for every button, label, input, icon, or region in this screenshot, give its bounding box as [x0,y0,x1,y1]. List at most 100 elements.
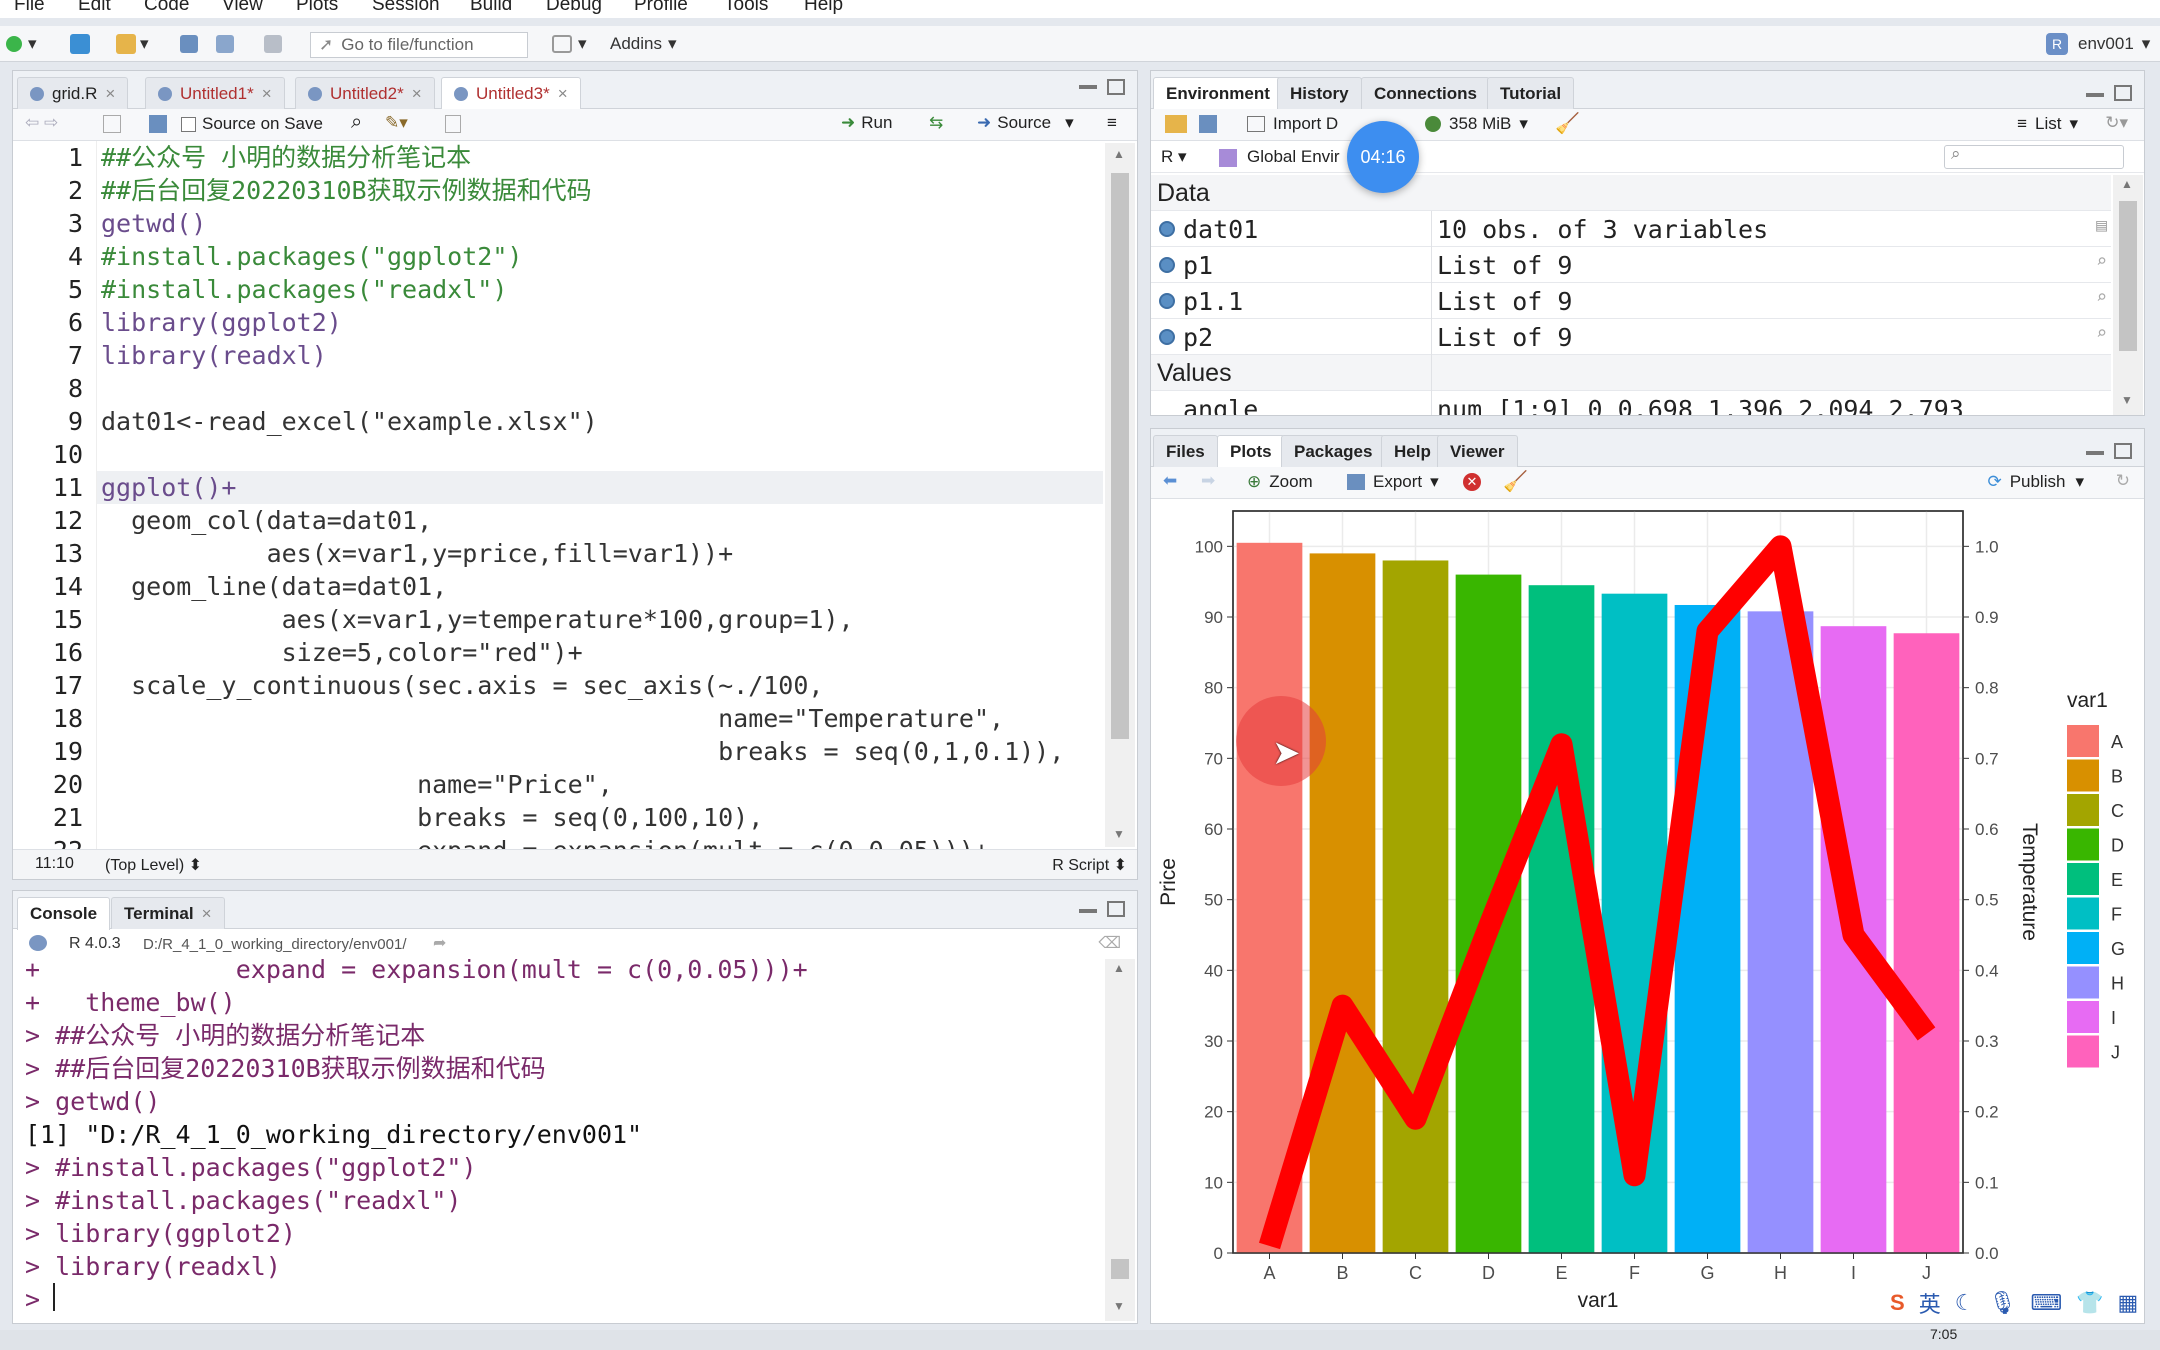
menu-tools[interactable]: Tools [724,0,768,16]
broom-icon[interactable]: 🧹 [1503,469,1528,494]
open-file-button[interactable]: ▾ [116,32,149,56]
search-icon[interactable]: ⌕ [2096,251,2107,272]
language-dropdown[interactable]: R ▾ [1161,147,1187,167]
search-icon[interactable]: ⌕ [2096,323,2107,344]
refresh-icon[interactable]: ↻ [2116,471,2130,491]
save-icon[interactable] [1199,115,1217,133]
console-output[interactable]: + expand = expansion(mult = c(0,0.05)))+… [13,957,1103,1323]
close-icon[interactable]: × [412,84,422,104]
scroll-down-icon[interactable]: ▼ [1113,827,1125,841]
go-to-directory-icon[interactable]: ➦ [433,933,446,953]
back-arrow-icon[interactable]: ⇦ ⇨ [25,113,58,133]
load-workspace-icon[interactable] [1165,115,1187,133]
tab-connections[interactable]: Connections [1361,77,1490,109]
shirt-icon[interactable]: 👕 [2076,1290,2103,1316]
save-all-icon[interactable] [216,32,234,56]
scroll-down-icon[interactable]: ▼ [1113,1299,1125,1313]
expand-icon[interactable] [1159,221,1175,237]
scroll-up-icon[interactable]: ▲ [2121,177,2133,191]
env-search-input[interactable]: ⌕ [1944,144,2124,169]
file-type-dropdown[interactable]: R Script ⬍ [1052,855,1127,875]
tab-console[interactable]: Console [17,897,111,930]
magic-wand-icon[interactable]: ✎▾ [385,113,408,133]
maximize-icon[interactable] [1107,79,1125,95]
publish-button[interactable]: ⟳ Publish ▾ [1987,472,2084,492]
search-icon[interactable]: ⌕ [2096,287,2107,308]
scroll-down-icon[interactable]: ▼ [2121,393,2133,407]
project-menu[interactable]: Renv001 ▾ [2046,32,2150,56]
broom-icon[interactable]: 🧹 [1555,111,1580,136]
menu-debug[interactable]: Debug [546,0,602,16]
menu-view[interactable]: View [222,0,263,16]
menu-file[interactable]: File [14,0,45,16]
minimize-icon[interactable] [1079,85,1097,89]
search-icon[interactable]: ⌕ [351,111,362,134]
source-on-save-checkbox[interactable]: Source on Save [181,114,323,134]
goto-file-input[interactable]: ➚ Go to file/function [310,32,528,58]
tab-packages[interactable]: Packages [1281,435,1386,467]
clear-console-icon[interactable]: ⌫ [1098,933,1121,953]
scope-dropdown[interactable]: Global Envir [1247,147,1340,167]
tab-files[interactable]: Files [1153,435,1218,467]
grid-layout-button[interactable]: ▾ [552,32,587,56]
maximize-icon[interactable] [1107,901,1125,917]
grid-view-icon[interactable]: ▤ [2096,215,2107,236]
scope-dropdown[interactable]: (Top Level) ⬍ [105,855,202,875]
back-arrow-icon[interactable]: ⬅ [1163,471,1177,491]
expand-icon[interactable] [1159,257,1175,273]
table-row[interactable]: p1.1 List of 9 ⌕ [1151,283,2111,319]
scroll-up-icon[interactable]: ▲ [1113,961,1125,975]
export-button[interactable]: Export ▾ [1347,472,1439,492]
tab-help[interactable]: Help [1381,435,1444,467]
save-icon[interactable] [180,32,198,56]
maximize-icon[interactable] [2114,443,2132,459]
zoom-button[interactable]: ⊕ Zoom [1247,472,1313,492]
compile-report-icon[interactable] [445,115,461,133]
minimize-icon[interactable] [2086,93,2104,97]
close-icon[interactable]: × [105,84,115,104]
expand-icon[interactable] [1159,329,1175,345]
forward-arrow-icon[interactable]: ➡ [1201,471,1215,491]
new-file-button[interactable]: ▾ [6,32,37,56]
mic-icon[interactable]: 🎙 [1988,1290,2016,1316]
expand-icon[interactable] [1159,293,1175,309]
tab-history[interactable]: History [1277,77,1362,109]
table-row[interactable]: dat01 10 obs. of 3 variables ▤ [1151,211,2111,247]
moon-icon[interactable]: ☾ [1955,1290,1975,1316]
env-scrollbar[interactable]: ▲ ▼ [2113,175,2143,415]
close-icon[interactable]: × [558,84,568,104]
refresh-icon[interactable]: ↻▾ [2105,113,2128,133]
close-icon[interactable]: × [202,904,212,924]
import-dataset-button[interactable]: Import D [1247,114,1338,134]
list-view-dropdown[interactable]: ≡ List ▾ [2017,114,2078,134]
menu-code[interactable]: Code [144,0,189,16]
editor-scrollbar[interactable]: ▲ ▼ [1105,143,1135,847]
scroll-up-icon[interactable]: ▲ [1113,147,1125,161]
maximize-icon[interactable] [2114,85,2132,101]
close-icon[interactable]: × [262,84,272,104]
save-icon[interactable] [149,115,167,133]
tab-environment[interactable]: Environment [1153,77,1283,110]
tab-plots[interactable]: Plots [1217,435,1285,468]
new-project-button[interactable] [70,32,90,56]
minimize-icon[interactable] [1079,909,1097,913]
source-button[interactable]: ➜ Source ▾ [977,113,1074,133]
grid-icon[interactable]: ▦ [2118,1290,2139,1316]
menu-edit[interactable]: Edit [78,0,111,16]
tab-viewer[interactable]: Viewer [1437,435,1518,467]
code-area[interactable]: 1 ##公众号 小明的数据分析笔记本 2 ##后台回复20220310B获取示例数据和… [13,141,1103,851]
sogou-ime-icon[interactable]: S [1890,1290,1905,1316]
rerun-icon[interactable]: ⇆ [929,113,943,133]
menu-session[interactable]: Session [372,0,440,16]
table-row[interactable]: p1 List of 9 ⌕ [1151,247,2111,283]
tab-editor-1[interactable]: grid.R × [17,77,129,109]
menu-help[interactable]: Help [804,0,843,16]
addins-menu[interactable]: Addins ▾ [610,32,677,56]
tab-tutorial[interactable]: Tutorial [1487,77,1575,109]
table-row[interactable]: angle num [1:9] 0 0.698 1.396 2.094 2.793 [1151,391,2111,415]
table-row[interactable]: p2 List of 9 ⌕ [1151,319,2111,355]
delete-plot-icon[interactable]: ✕ [1463,473,1481,491]
show-in-window-icon[interactable] [103,115,121,133]
run-button[interactable]: ➜ Run [841,113,892,133]
menu-profile[interactable]: Profile [634,0,688,16]
